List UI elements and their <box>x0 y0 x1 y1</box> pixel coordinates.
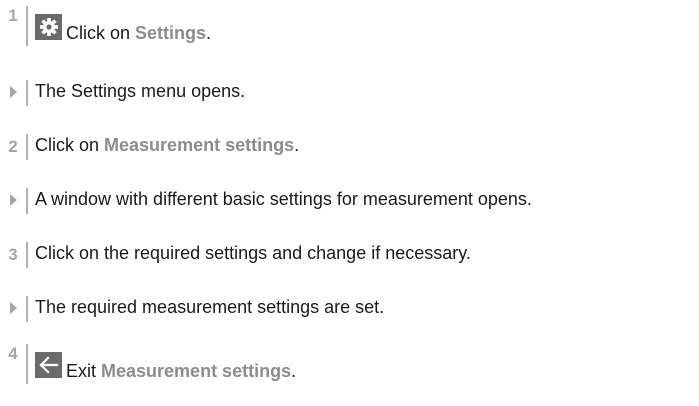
gear-icon <box>35 14 62 40</box>
result-marker <box>0 80 26 98</box>
step-text: Click on Measurement settings. <box>28 134 299 156</box>
step-3: 3 Click on the required settings and cha… <box>0 242 471 268</box>
result-arrow-icon <box>9 302 17 314</box>
step-text-before: Click on <box>66 23 136 43</box>
step-number: 2 <box>8 137 18 156</box>
result-text: A window with different basic settings f… <box>35 189 532 209</box>
step-text-before: Click on <box>35 135 105 155</box>
result-marker <box>0 188 26 206</box>
measurement-settings-ref: Measurement settings <box>104 135 295 155</box>
result-arrow-icon <box>9 86 17 98</box>
step-text-before: Exit <box>66 361 102 381</box>
result-text: The required measurement settings are se… <box>35 297 385 317</box>
result-text: The Settings menu opens. <box>35 81 246 101</box>
step-1: 1 Click on Settings. <box>0 6 211 46</box>
step-text-after: . <box>294 135 300 155</box>
settings-ref: Settings <box>135 23 207 43</box>
step-number: 3 <box>8 245 18 264</box>
step-number: 4 <box>8 344 18 363</box>
result-marker <box>0 296 26 314</box>
step-number: 1 <box>8 6 18 25</box>
step-4: 4 Exit Measurement settings. <box>0 344 296 384</box>
result-arrow-icon <box>9 194 17 206</box>
result-1: The Settings menu opens. <box>0 80 245 106</box>
measurement-settings-ref: Measurement settings <box>101 361 292 381</box>
step-text: Exit Measurement settings. <box>28 344 296 384</box>
result-2: A window with different basic settings f… <box>0 188 532 214</box>
step-text: Click on Settings. <box>28 6 211 46</box>
result-3: The required measurement settings are se… <box>0 296 384 322</box>
back-arrow-icon <box>35 352 62 378</box>
step-2: 2 Click on Measurement settings. <box>0 134 299 160</box>
step-text-after: . <box>291 361 297 381</box>
step-text: Click on the required settings and chang… <box>35 243 471 263</box>
step-text-after: . <box>206 23 212 43</box>
